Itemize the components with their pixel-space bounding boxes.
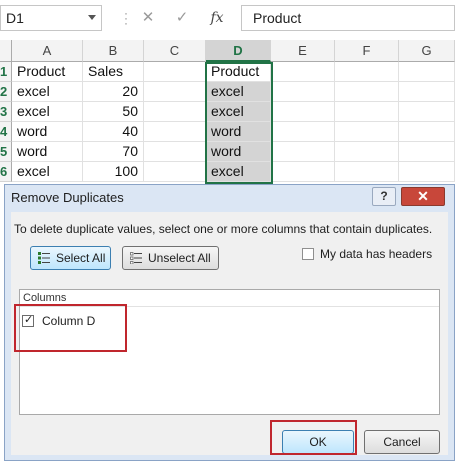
row-header-5[interactable]: 5 xyxy=(0,142,12,162)
select-all-button[interactable]: Select All xyxy=(30,246,111,270)
cell-c6[interactable] xyxy=(144,162,206,182)
cell-a5[interactable]: word xyxy=(12,142,83,162)
ok-button[interactable]: OK xyxy=(282,430,354,454)
unselect-all-icon xyxy=(130,252,142,264)
select-all-icon xyxy=(38,252,50,264)
worksheet-grid: A B C D E F G 1 2 3 4 5 6 Product Sales … xyxy=(0,40,455,184)
unselect-all-label: Unselect All xyxy=(148,251,211,265)
column-header-b[interactable]: B xyxy=(83,40,144,62)
cancel-entry-icon[interactable]: ✕ xyxy=(140,7,156,29)
cell-f6[interactable] xyxy=(335,162,399,182)
cell-d2[interactable]: excel xyxy=(206,82,271,102)
cell-f2[interactable] xyxy=(335,82,399,102)
cell-e5[interactable] xyxy=(271,142,335,162)
cell-g1[interactable] xyxy=(399,62,455,82)
insert-function-icon[interactable]: fx xyxy=(207,7,227,29)
unselect-all-button[interactable]: Unselect All xyxy=(122,246,219,270)
columns-listbox[interactable]: Columns ✓ Column D xyxy=(19,289,440,415)
cell-a4[interactable]: word xyxy=(12,122,83,142)
columns-list-header: Columns xyxy=(20,290,439,307)
close-icon: ✕ xyxy=(417,188,429,204)
select-all-corner[interactable] xyxy=(0,40,12,62)
cell-e4[interactable] xyxy=(271,122,335,142)
cell-c3[interactable] xyxy=(144,102,206,122)
row-header-1[interactable]: 1 xyxy=(0,62,12,82)
cell-f4[interactable] xyxy=(335,122,399,142)
cell-f3[interactable] xyxy=(335,102,399,122)
row-header-3[interactable]: 3 xyxy=(0,102,12,122)
dialog-titlebar[interactable]: Remove Duplicates ? ✕ xyxy=(5,185,454,212)
cell-f5[interactable] xyxy=(335,142,399,162)
column-header-d[interactable]: D xyxy=(206,40,271,62)
cell-c4[interactable] xyxy=(144,122,206,142)
my-data-has-headers-checkbox[interactable] xyxy=(302,248,314,260)
cell-e6[interactable] xyxy=(271,162,335,182)
cell-b1[interactable]: Sales xyxy=(83,62,144,82)
cancel-button[interactable]: Cancel xyxy=(364,430,440,454)
cell-g4[interactable] xyxy=(399,122,455,142)
cell-b5[interactable]: 70 xyxy=(83,142,144,162)
column-d-label[interactable]: Column D xyxy=(42,314,95,328)
column-header-f[interactable]: F xyxy=(335,40,399,62)
cell-c1[interactable] xyxy=(144,62,206,82)
checkmark-icon: ✓ xyxy=(24,314,34,326)
dialog-title: Remove Duplicates xyxy=(11,190,124,205)
cell-b6[interactable]: 100 xyxy=(83,162,144,182)
cell-b4[interactable]: 40 xyxy=(83,122,144,142)
dialog-instruction: To delete duplicate values, select one o… xyxy=(14,222,433,236)
cell-d5[interactable]: word xyxy=(206,142,271,162)
cell-g3[interactable] xyxy=(399,102,455,122)
help-icon: ? xyxy=(380,189,388,203)
cell-g5[interactable] xyxy=(399,142,455,162)
cell-c2[interactable] xyxy=(144,82,206,102)
name-box[interactable]: D1 xyxy=(0,5,102,31)
column-d-checkbox[interactable]: ✓ xyxy=(22,314,34,327)
column-header-g[interactable]: G xyxy=(399,40,455,62)
cell-e3[interactable] xyxy=(271,102,335,122)
cell-e2[interactable] xyxy=(271,82,335,102)
my-data-has-headers-label[interactable]: My data has headers xyxy=(320,247,432,261)
cell-a1[interactable]: Product xyxy=(12,62,83,82)
dialog-body: To delete duplicate values, select one o… xyxy=(11,212,448,455)
cell-d1[interactable]: Product xyxy=(206,62,271,82)
name-box-value: D1 xyxy=(6,10,24,26)
name-box-dropdown-icon[interactable] xyxy=(88,15,96,20)
row-header-4[interactable]: 4 xyxy=(0,122,12,142)
cell-a6[interactable]: excel xyxy=(12,162,83,182)
cell-g2[interactable] xyxy=(399,82,455,102)
formula-bar-grip-icon: · · · xyxy=(124,6,128,30)
formula-bar: D1 · · · ✕ ✓ fx Product xyxy=(0,0,455,38)
formula-input[interactable]: Product xyxy=(241,5,455,31)
cell-a3[interactable]: excel xyxy=(12,102,83,122)
close-button[interactable]: ✕ xyxy=(401,187,445,206)
column-header-a[interactable]: A xyxy=(12,40,83,62)
cell-d3[interactable]: excel xyxy=(206,102,271,122)
remove-duplicates-dialog: Remove Duplicates ? ✕ To delete duplicat… xyxy=(4,184,455,461)
cell-b2[interactable]: 20 xyxy=(83,82,144,102)
enter-entry-icon[interactable]: ✓ xyxy=(174,7,190,29)
row-header-6[interactable]: 6 xyxy=(0,162,12,182)
column-header-c[interactable]: C xyxy=(144,40,206,62)
cell-b3[interactable]: 50 xyxy=(83,102,144,122)
column-header-e[interactable]: E xyxy=(271,40,335,62)
cell-c5[interactable] xyxy=(144,142,206,162)
cell-d6[interactable]: excel xyxy=(206,162,271,182)
formula-input-value: Product xyxy=(253,10,302,26)
cell-g6[interactable] xyxy=(399,162,455,182)
cell-d4[interactable]: word xyxy=(206,122,271,142)
row-header-2[interactable]: 2 xyxy=(0,82,12,102)
select-all-label: Select All xyxy=(56,251,106,265)
cell-f1[interactable] xyxy=(335,62,399,82)
help-button[interactable]: ? xyxy=(372,187,396,206)
cell-e1[interactable] xyxy=(271,62,335,82)
cell-a2[interactable]: excel xyxy=(12,82,83,102)
